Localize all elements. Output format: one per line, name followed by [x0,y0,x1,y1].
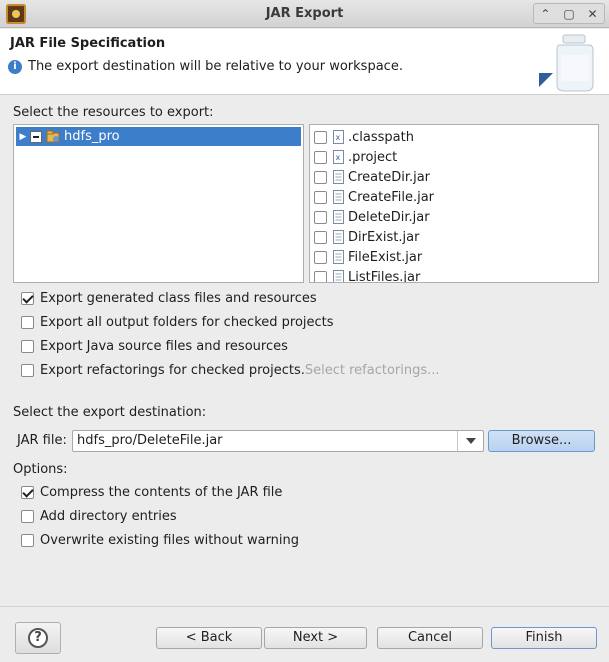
file-name: DeleteDir.jar [348,209,430,225]
list-item[interactable]: x .project [310,147,598,167]
file-checkbox[interactable] [314,230,327,244]
svg-text:x: x [336,133,341,142]
expand-arrow-icon[interactable]: ▶ [16,132,30,142]
java-project-icon [46,130,60,143]
text-file-icon [333,270,344,282]
jar-banner-icon [539,34,594,92]
file-list[interactable]: x .classpath x .project CreateDir.jar Cr… [309,124,599,283]
file-name: CreateFile.jar [348,189,435,205]
option-label: Export refactorings for checked projects… [40,363,305,378]
info-text: The export destination will be relative … [28,59,403,74]
window-title: JAR Export [265,6,344,21]
maximize-icon[interactable]: ▢ [563,7,574,21]
cancel-button[interactable]: Cancel [377,627,483,649]
next-button[interactable]: Next > [264,627,367,649]
option-label: Add directory entries [40,509,177,524]
project-tree[interactable]: ▶ hdfs_pro [13,124,304,283]
chevron-down-icon [465,438,476,444]
file-name: ListFiles.jar [348,269,421,283]
file-checkbox[interactable] [314,270,327,282]
option-label: Compress the contents of the JAR file [40,485,283,500]
svg-text:x: x [336,153,341,162]
option-export-java-source[interactable]: Export Java source files and resources [21,339,288,354]
compress-checkbox[interactable] [21,486,34,499]
jar-file-combo[interactable]: hdfs_pro/DeleteFile.jar [72,430,484,452]
option-export-class-files[interactable]: Export generated class files and resourc… [21,291,317,306]
info-icon: i [8,59,22,74]
destination-label: Select the export destination: [13,405,207,420]
file-checkbox[interactable] [314,250,327,264]
file-checkbox[interactable] [314,190,327,204]
options-label: Options: [13,462,68,477]
list-item[interactable]: DeleteDir.jar [310,207,598,227]
option-export-output-folders[interactable]: Export all output folders for checked pr… [21,315,334,330]
help-icon: ? [28,628,48,648]
finish-button[interactable]: Finish [491,627,597,649]
text-file-icon [333,250,344,264]
export-refactorings-checkbox[interactable] [21,364,34,377]
option-add-directory-entries[interactable]: Add directory entries [21,509,177,524]
add-directory-entries-checkbox[interactable] [21,510,34,523]
tree-item-hdfs-pro[interactable]: ▶ hdfs_pro [16,127,301,146]
list-item[interactable]: FileExist.jar [310,247,598,267]
close-icon[interactable]: ✕ [588,7,598,21]
jar-file-input[interactable]: hdfs_pro/DeleteFile.jar [77,433,223,448]
option-overwrite[interactable]: Overwrite existing files without warning [21,533,299,548]
option-export-refactorings[interactable]: Export refactorings for checked projects… [21,363,440,378]
file-name: .classpath [348,129,414,145]
browse-button[interactable]: Browse... [488,430,595,452]
footer-separator [0,606,609,607]
text-file-icon [333,210,344,224]
list-item[interactable]: DirExist.jar [310,227,598,247]
overwrite-checkbox[interactable] [21,534,34,547]
option-compress[interactable]: Compress the contents of the JAR file [21,485,282,500]
xml-file-icon: x [333,130,344,144]
file-checkbox[interactable] [314,130,327,144]
text-file-icon [333,170,344,184]
xml-file-icon: x [333,150,344,164]
wizard-header: JAR File Specification i The export dest… [0,29,609,95]
window-controls: ⌃ ▢ ✕ [533,3,605,24]
list-item[interactable]: x .classpath [310,127,598,147]
file-checkbox[interactable] [314,170,327,184]
export-output-folders-checkbox[interactable] [21,316,34,329]
export-class-files-checkbox[interactable] [21,292,34,305]
option-label: Overwrite existing files without warning [40,533,300,548]
file-name: .project [348,149,398,165]
text-file-icon [333,230,344,244]
info-message: i The export destination will be relativ… [8,59,403,74]
tree-checkbox-partial[interactable] [30,130,42,143]
text-file-icon [333,190,344,204]
file-name: CreateDir.jar [348,169,431,185]
list-item[interactable]: CreateDir.jar [310,167,598,187]
option-label: Export all output folders for checked pr… [40,315,334,330]
tree-item-label: hdfs_pro [64,129,120,144]
list-item[interactable]: CreateFile.jar [310,187,598,207]
page-title: JAR File Specification [10,36,166,51]
file-checkbox[interactable] [314,210,327,224]
file-name: FileExist.jar [348,249,423,265]
title-bar[interactable]: JAR Export ⌃ ▢ ✕ [0,0,609,28]
help-button[interactable]: ? [15,622,61,654]
back-button[interactable]: < Back [156,627,262,649]
list-item[interactable]: ListFiles.jar [310,267,598,283]
select-refactorings-link[interactable]: Select refactorings... [305,363,440,378]
jar-file-label: JAR file: [17,433,67,448]
combo-dropdown-button[interactable] [457,431,483,451]
file-name: DirExist.jar [348,229,420,245]
resources-label: Select the resources to export: [13,105,214,120]
option-label: Export generated class files and resourc… [40,291,317,306]
export-java-source-checkbox[interactable] [21,340,34,353]
minimize-icon[interactable]: ⌃ [540,7,550,21]
file-checkbox[interactable] [314,150,327,164]
option-label: Export Java source files and resources [40,339,288,354]
